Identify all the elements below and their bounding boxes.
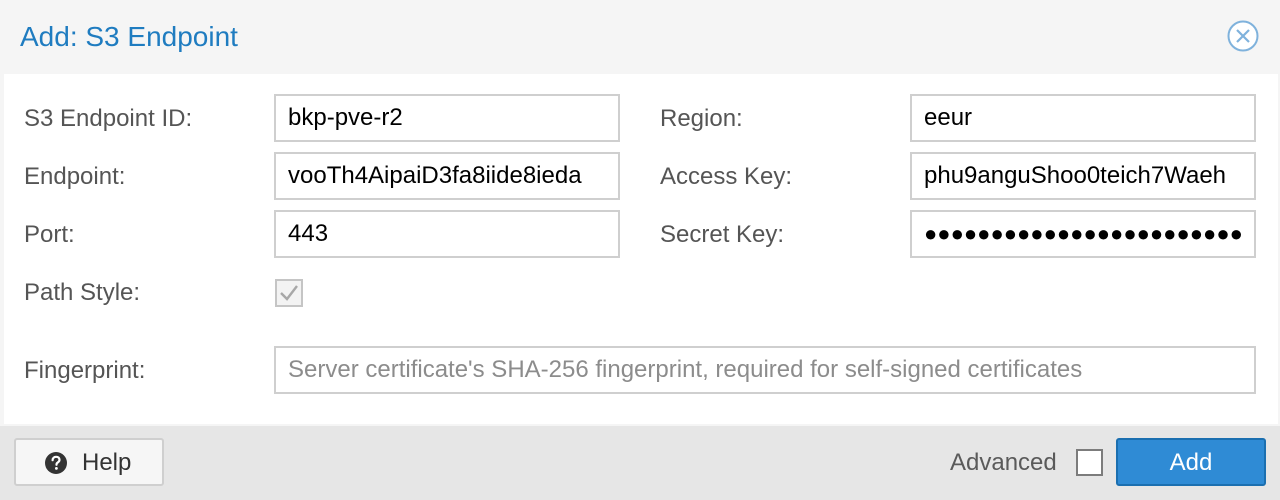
dialog-footer: Help Advanced Add <box>0 426 1280 500</box>
path-style-checkbox[interactable] <box>275 279 303 307</box>
dialog-titlebar: Add: S3 Endpoint <box>0 0 1280 74</box>
checkmark-icon <box>280 285 298 301</box>
help-button-label: Help <box>82 449 132 476</box>
add-button-label: Add <box>1169 449 1213 476</box>
dialog-body: S3 Endpoint ID: Endpoint: Port: Path Sty… <box>4 74 1278 424</box>
region-label: Region: <box>660 105 743 132</box>
secret-key-label: Secret Key: <box>660 221 785 248</box>
endpoint-input[interactable] <box>274 152 620 200</box>
access-key-input[interactable] <box>910 152 1256 200</box>
dialog-title: Add: S3 Endpoint <box>20 21 238 52</box>
port-label: Port: <box>24 221 75 248</box>
add-button[interactable]: Add <box>1116 438 1266 486</box>
secret-key-input[interactable] <box>910 210 1256 258</box>
help-button[interactable]: Help <box>14 438 164 486</box>
endpoint-label: Endpoint: <box>24 163 126 190</box>
region-input[interactable] <box>910 94 1256 142</box>
endpoint-id-label: S3 Endpoint ID: <box>24 105 193 132</box>
advanced-label: Advanced <box>950 449 1057 476</box>
endpoint-id-input[interactable] <box>274 94 620 142</box>
fingerprint-label: Fingerprint: <box>24 357 146 384</box>
access-key-label: Access Key: <box>660 163 793 190</box>
close-button[interactable] <box>1227 20 1259 52</box>
path-style-label: Path Style: <box>24 279 141 306</box>
close-icon <box>1227 20 1259 52</box>
advanced-checkbox[interactable] <box>1076 449 1103 476</box>
add-s3-endpoint-dialog: Add: S3 Endpoint S3 Endpoint ID: Endpoin… <box>0 0 1280 500</box>
fingerprint-input[interactable] <box>274 346 1256 394</box>
port-input[interactable] <box>274 210 620 258</box>
question-circle-icon <box>45 452 67 474</box>
